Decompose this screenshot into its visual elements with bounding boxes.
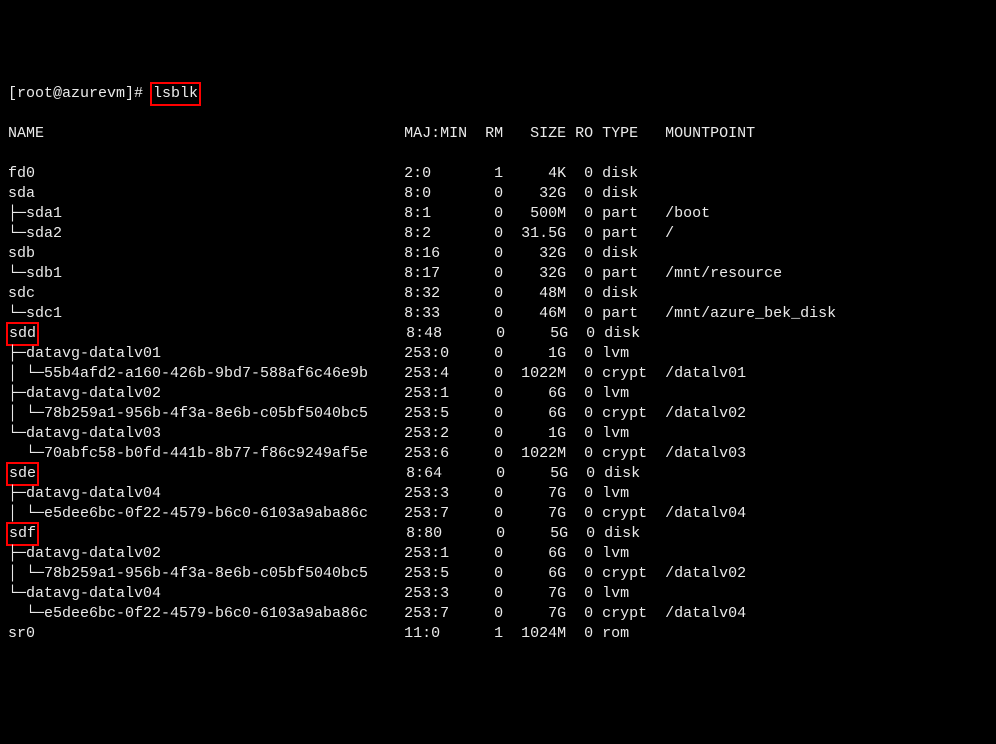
col-name: sdc <box>8 285 404 302</box>
col-rest: 253:3 0 7G 0 lvm <box>404 585 665 602</box>
lsblk-row: ├─datavg-datalv02 253:1 0 6G 0 lvm <box>8 544 988 564</box>
col-name: │ └─e5dee6bc-0f22-4579-b6c0-6103a9aba86c <box>8 505 404 522</box>
col-name: │ └─78b259a1-956b-4f3a-8e6b-c05bf5040bc5 <box>8 565 404 582</box>
lsblk-row: fd0 2:0 1 4K 0 disk <box>8 164 988 184</box>
col-rest: 8:64 0 5G 0 disk <box>406 465 667 482</box>
highlight-sdd: sdd <box>8 324 37 344</box>
col-rest: 8:17 0 32G 0 part /mnt/resource <box>404 265 782 282</box>
col-rest: 8:48 0 5G 0 disk <box>406 325 667 342</box>
lsblk-row: ├─datavg-datalv02 253:1 0 6G 0 lvm <box>8 384 988 404</box>
col-rest: 8:0 0 32G 0 disk <box>404 185 665 202</box>
col-name: sde <box>8 465 406 482</box>
highlight-sde: sde <box>8 464 37 484</box>
lsblk-row: sdd 8:48 0 5G 0 disk <box>8 324 988 344</box>
lsblk-row: ├─sda1 8:1 0 500M 0 part /boot <box>8 204 988 224</box>
lsblk-row: └─datavg-datalv04 253:3 0 7G 0 lvm <box>8 584 988 604</box>
col-rest: 253:6 0 1022M 0 crypt /datalv03 <box>404 445 746 462</box>
col-name: ├─datavg-datalv02 <box>8 545 404 562</box>
lsblk-row: │ └─78b259a1-956b-4f3a-8e6b-c05bf5040bc5… <box>8 564 988 584</box>
col-rest: 253:1 0 6G 0 lvm <box>404 385 665 402</box>
prompt-line[interactable]: [root@azurevm]# lsblk <box>8 84 988 104</box>
col-rest: 253:3 0 7G 0 lvm <box>404 485 665 502</box>
col-rest: 253:5 0 6G 0 crypt /datalv02 <box>404 565 746 582</box>
col-name: └─70abfc58-b0fd-441b-8b77-f86c9249af5e <box>8 445 404 462</box>
col-name: ├─datavg-datalv04 <box>8 485 404 502</box>
col-rest: 253:2 0 1G 0 lvm <box>404 425 665 442</box>
col-rest: 8:33 0 46M 0 part /mnt/azure_bek_disk <box>404 305 836 322</box>
lsblk-row: └─70abfc58-b0fd-441b-8b77-f86c9249af5e 2… <box>8 444 988 464</box>
col-rest: 8:1 0 500M 0 part /boot <box>404 205 710 222</box>
col-rest: 253:5 0 6G 0 crypt /datalv02 <box>404 405 746 422</box>
col-name: fd0 <box>8 165 404 182</box>
col-name: sda <box>8 185 404 202</box>
col-name: │ └─55b4afd2-a160-426b-9bd7-588af6c46e9b <box>8 365 404 382</box>
col-name: └─sda2 <box>8 225 404 242</box>
col-rest: 2:0 1 4K 0 disk <box>404 165 665 182</box>
lsblk-row: └─sdc1 8:33 0 46M 0 part /mnt/azure_bek_… <box>8 304 988 324</box>
col-name: ├─datavg-datalv02 <box>8 385 404 402</box>
col-rest: 8:2 0 31.5G 0 part / <box>404 225 674 242</box>
lsblk-row: └─datavg-datalv03 253:2 0 1G 0 lvm <box>8 424 988 444</box>
lsblk-row: sr0 11:0 1 1024M 0 rom <box>8 624 988 644</box>
lsblk-row: ├─datavg-datalv01 253:0 0 1G 0 lvm <box>8 344 988 364</box>
col-name: └─datavg-datalv03 <box>8 425 404 442</box>
lsblk-row: sdf 8:80 0 5G 0 disk <box>8 524 988 544</box>
command-lsblk: lsblk <box>152 84 199 104</box>
col-name: │ └─78b259a1-956b-4f3a-8e6b-c05bf5040bc5 <box>8 405 404 422</box>
lsblk-row: │ └─55b4afd2-a160-426b-9bd7-588af6c46e9b… <box>8 364 988 384</box>
col-rest: 253:7 0 7G 0 crypt /datalv04 <box>404 505 746 522</box>
col-name: └─sdc1 <box>8 305 404 322</box>
col-rest: 253:7 0 7G 0 crypt /datalv04 <box>404 605 746 622</box>
lsblk-row: │ └─e5dee6bc-0f22-4579-b6c0-6103a9aba86c… <box>8 504 988 524</box>
lsblk-row: └─sdb1 8:17 0 32G 0 part /mnt/resource <box>8 264 988 284</box>
col-name: └─sdb1 <box>8 265 404 282</box>
lsblk-row: └─sda2 8:2 0 31.5G 0 part / <box>8 224 988 244</box>
col-name: sr0 <box>8 625 404 642</box>
col-rest: 253:1 0 6G 0 lvm <box>404 545 665 562</box>
col-rest: 253:4 0 1022M 0 crypt /datalv01 <box>404 365 746 382</box>
prompt-prefix: [root@azurevm]# <box>8 85 152 102</box>
col-rest: 11:0 1 1024M 0 rom <box>404 625 665 642</box>
highlight-sdf: sdf <box>8 524 37 544</box>
col-name: ├─sda1 <box>8 205 404 222</box>
lsblk-row: sdb 8:16 0 32G 0 disk <box>8 244 988 264</box>
col-rest: 8:32 0 48M 0 disk <box>404 285 665 302</box>
lsblk-row: sde 8:64 0 5G 0 disk <box>8 464 988 484</box>
header-row: NAME MAJ:MIN RM SIZE RO TYPE MOUNTPOINT <box>8 124 988 144</box>
col-rest: 8:16 0 32G 0 disk <box>404 245 665 262</box>
col-name: └─datavg-datalv04 <box>8 585 404 602</box>
col-name: └─e5dee6bc-0f22-4579-b6c0-6103a9aba86c <box>8 605 404 622</box>
lsblk-row: │ └─78b259a1-956b-4f3a-8e6b-c05bf5040bc5… <box>8 404 988 424</box>
col-rest: 253:0 0 1G 0 lvm <box>404 345 665 362</box>
lsblk-row: sda 8:0 0 32G 0 disk <box>8 184 988 204</box>
lsblk-row: └─e5dee6bc-0f22-4579-b6c0-6103a9aba86c 2… <box>8 604 988 624</box>
lsblk-output: fd0 2:0 1 4K 0 disk sda 8:0 0 32G 0 disk… <box>8 164 988 644</box>
col-name: sdd <box>8 325 406 342</box>
col-name: ├─datavg-datalv01 <box>8 345 404 362</box>
lsblk-row: sdc 8:32 0 48M 0 disk <box>8 284 988 304</box>
lsblk-row: ├─datavg-datalv04 253:3 0 7G 0 lvm <box>8 484 988 504</box>
col-name: sdb <box>8 245 404 262</box>
